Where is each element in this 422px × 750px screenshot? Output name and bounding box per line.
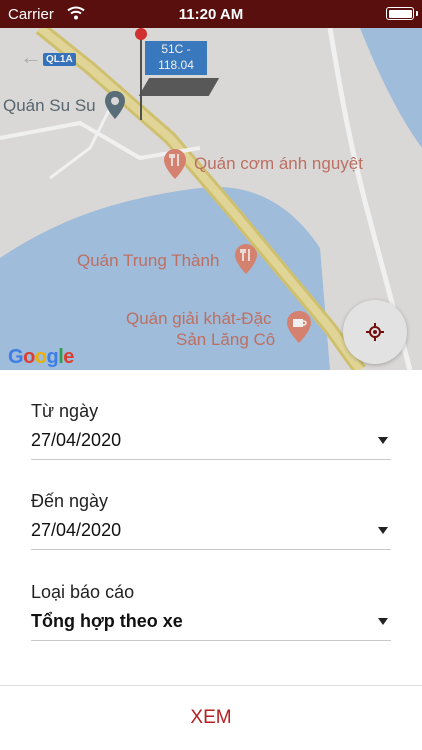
from-date-value[interactable]: 27/04/2020 xyxy=(31,430,121,451)
back-arrow-icon[interactable]: ← xyxy=(20,44,42,70)
report-type-label: Loại báo cáo xyxy=(31,582,135,602)
to-date-value[interactable]: 27/04/2020 xyxy=(31,520,121,541)
battery-icon xyxy=(386,7,414,20)
vehicle-plate-line2: 118.04 xyxy=(158,58,194,72)
report-type-underline xyxy=(31,640,391,641)
vehicle-plate-marker[interactable]: 51C - 118.04 xyxy=(145,41,207,75)
google-logo: Google xyxy=(8,346,74,368)
map-pin-icon xyxy=(105,91,125,119)
view-report-button[interactable]: XEM xyxy=(0,686,422,750)
status-bar: Carrier 11:20 AM xyxy=(0,0,422,28)
map-view[interactable]: ← QL1A 51C - 118.04 Quán Su Su Quán cơm … xyxy=(0,28,422,370)
report-type-value[interactable]: Tổng hợp theo xe xyxy=(31,611,183,632)
road-label: QL1A xyxy=(43,53,76,66)
to-date-label: Đến ngày xyxy=(31,491,109,511)
from-date-label: Từ ngày xyxy=(31,401,99,421)
poi-label: Sản Lăng Cô xyxy=(176,330,276,349)
from-date-underline xyxy=(31,459,391,460)
chevron-down-icon[interactable] xyxy=(378,527,388,534)
poi-label: Quán giải khát-Đặc xyxy=(126,309,272,328)
vehicle-plate-line1: 51C - xyxy=(161,42,191,56)
restaurant-icon xyxy=(164,149,186,179)
status-time: 11:20 AM xyxy=(178,6,244,23)
restaurant-icon xyxy=(235,244,257,274)
cafe-icon xyxy=(287,311,311,343)
crosshair-icon xyxy=(366,323,384,341)
poi-label: Quán Su Su xyxy=(3,96,96,115)
to-date-underline xyxy=(31,549,391,550)
poi-label: Quán Trung Thành xyxy=(77,251,220,270)
battery-tip xyxy=(416,11,418,16)
chevron-down-icon[interactable] xyxy=(378,618,388,625)
poi-label: Quán cơm ánh nguyệt xyxy=(194,154,363,173)
chevron-down-icon[interactable] xyxy=(378,437,388,444)
my-location-button[interactable] xyxy=(343,300,407,364)
